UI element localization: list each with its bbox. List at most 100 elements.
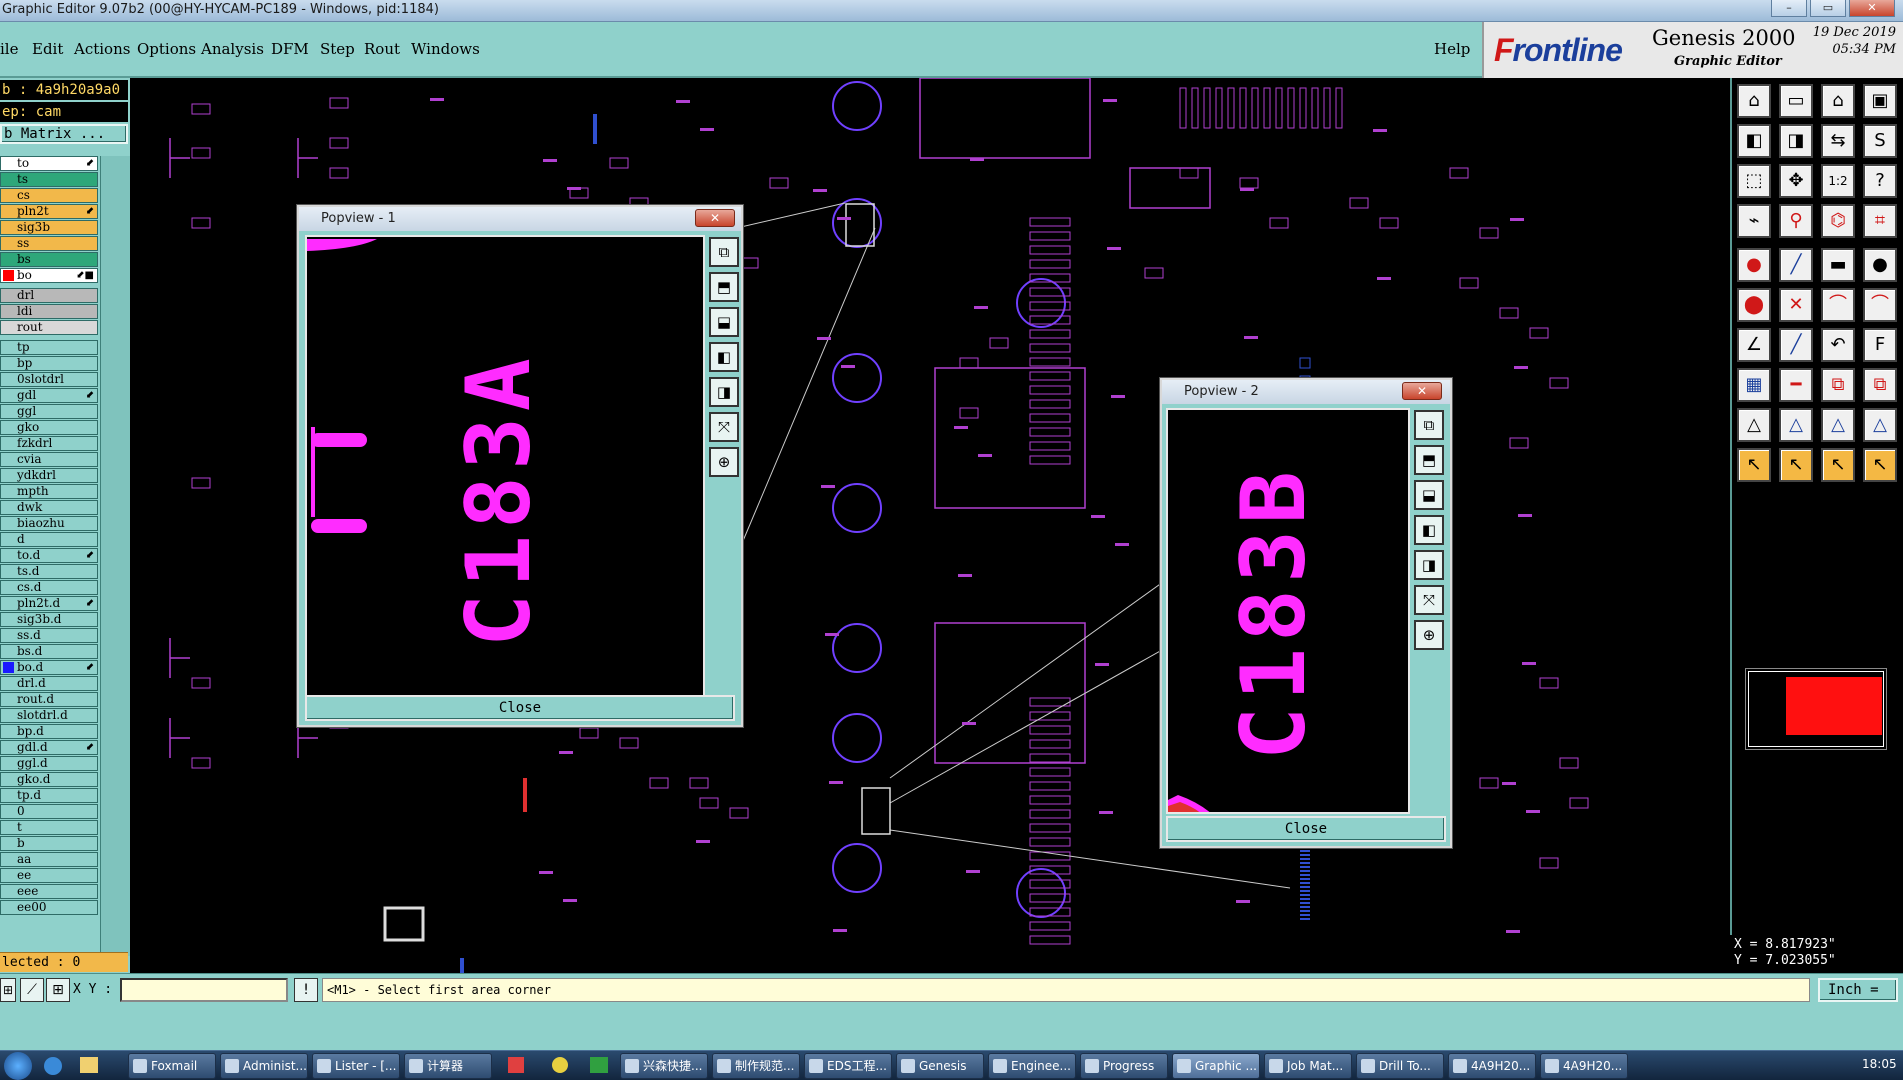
layer-row-drl[interactable]: drl bbox=[0, 288, 98, 303]
pad-icon[interactable]: ● bbox=[1737, 248, 1771, 282]
one-to-one-icon[interactable]: 1:2 bbox=[1821, 164, 1855, 198]
taskbar-item[interactable]: 制作规范... bbox=[712, 1053, 800, 1079]
layer-row-ss[interactable]: ss bbox=[0, 236, 98, 251]
popview-fit-icon[interactable]: ⤧ bbox=[1414, 585, 1444, 615]
layer-row-gko[interactable]: gko bbox=[0, 420, 98, 435]
s-icon[interactable]: S bbox=[1863, 124, 1897, 158]
arc2-icon[interactable]: ⌒ bbox=[1863, 288, 1897, 322]
measure-tool-icon[interactable]: ⟋ bbox=[20, 978, 44, 1002]
menu-file[interactable]: ile bbox=[0, 40, 18, 58]
layer-row-ydkdrl[interactable]: ydkdrl bbox=[0, 468, 98, 483]
popview-1-close-button[interactable]: Close bbox=[305, 695, 735, 721]
popview-center-icon[interactable]: ⊕ bbox=[1414, 620, 1444, 650]
popview-center-icon[interactable]: ⊕ bbox=[709, 447, 739, 477]
layer-row-ts-d[interactable]: ts.d bbox=[0, 564, 98, 579]
taskbar-item[interactable]: Administ... bbox=[220, 1053, 308, 1079]
layer-row-bp[interactable]: bp bbox=[0, 356, 98, 371]
layer-row-cs-d[interactable]: cs.d bbox=[0, 580, 98, 595]
layer-row-bo-d[interactable]: bo.d ⬋ bbox=[0, 660, 98, 675]
tri2-icon[interactable]: △ bbox=[1779, 408, 1813, 442]
node-icon[interactable]: ⬤ bbox=[1737, 288, 1771, 322]
layer-row-sig3b-d[interactable]: sig3b.d bbox=[0, 612, 98, 627]
layer-row-pln2t[interactable]: pln2t ⬋ bbox=[0, 204, 98, 219]
xy-input[interactable] bbox=[120, 978, 288, 1002]
taskbar-item[interactable]: Progress bbox=[1080, 1053, 1168, 1079]
popview-2-view[interactable]: C183B bbox=[1166, 408, 1410, 814]
popview-zoom-icon[interactable]: ⧉ bbox=[709, 237, 739, 267]
minimize-button[interactable]: – bbox=[1771, 0, 1807, 17]
popview-1-window[interactable]: Popview - 1 ✕ C183A ⧉ ⬒ ⬓ ◧ ◨ ⤧ ⊕ Close bbox=[297, 205, 743, 727]
menu-windows[interactable]: Windows bbox=[411, 40, 480, 58]
tri4-icon[interactable]: △ bbox=[1863, 408, 1897, 442]
dot-icon[interactable]: ● bbox=[1863, 248, 1897, 282]
close-button[interactable]: ✕ bbox=[1849, 0, 1895, 17]
pin-icon[interactable]: ⚲ bbox=[1779, 204, 1813, 238]
popview-fit-icon[interactable]: ⤧ bbox=[709, 412, 739, 442]
popview-1-view[interactable]: C183A bbox=[305, 235, 705, 697]
frame-icon[interactable]: ▣ bbox=[1863, 84, 1897, 118]
copy-icon[interactable]: ⧉ bbox=[1863, 368, 1897, 402]
layer-row-rout[interactable]: rout bbox=[0, 320, 98, 335]
layer-row-aa[interactable]: aa bbox=[0, 852, 98, 867]
route-icon[interactable]: ⌬ bbox=[1821, 204, 1855, 238]
layer-row-bp-d[interactable]: bp.d bbox=[0, 724, 98, 739]
popview-left-icon[interactable]: ◧ bbox=[1414, 515, 1444, 545]
pointer4-icon[interactable]: ↖ bbox=[1863, 448, 1897, 482]
taskbar-item[interactable]: 计算器 bbox=[404, 1053, 492, 1079]
layer-row-gdl-d[interactable]: gdl.d ⬋ bbox=[0, 740, 98, 755]
slash-icon[interactable]: ╱ bbox=[1779, 328, 1813, 362]
help-icon[interactable]: ? bbox=[1863, 164, 1897, 198]
layer-row-to[interactable]: to ⬋ bbox=[0, 156, 98, 171]
cross-icon[interactable]: ✕ bbox=[1779, 288, 1813, 322]
f-icon[interactable]: F bbox=[1863, 328, 1897, 362]
line-icon[interactable]: ╱ bbox=[1779, 248, 1813, 282]
taskbar-item[interactable]: Enginee... bbox=[988, 1053, 1076, 1079]
layer-row-ss-d[interactable]: ss.d bbox=[0, 628, 98, 643]
layer-row-d[interactable]: d bbox=[0, 532, 98, 547]
window-title-bar[interactable]: Graphic Editor 9.07b2 (00@HY-HYCAM-PC189… bbox=[0, 0, 1903, 22]
layer-row-gdl[interactable]: gdl ⬋ bbox=[0, 388, 98, 403]
minus-icon[interactable]: ━ bbox=[1779, 368, 1813, 402]
menu-help[interactable]: Help bbox=[1434, 40, 1470, 58]
layer-row-eee[interactable]: eee bbox=[0, 884, 98, 899]
taskbar-item[interactable]: Genesis bbox=[896, 1053, 984, 1079]
layer-row-bs[interactable]: bs bbox=[0, 252, 98, 267]
layer-row-tp[interactable]: tp bbox=[0, 340, 98, 355]
taskbar-item[interactable]: Drill To... bbox=[1356, 1053, 1444, 1079]
layer-row-cvia[interactable]: cvia bbox=[0, 452, 98, 467]
popview-down-icon[interactable]: ⬓ bbox=[709, 307, 739, 337]
left-icon[interactable]: ◧ bbox=[1737, 124, 1771, 158]
layer-row-ts[interactable]: ts bbox=[0, 172, 98, 187]
taskbar-item[interactable]: EDS工程... bbox=[804, 1053, 892, 1079]
layer-row-biaozhu[interactable]: biaozhu bbox=[0, 516, 98, 531]
taskbar-item[interactable]: Foxmail bbox=[128, 1053, 216, 1079]
window-icon[interactable]: ▭ bbox=[1779, 84, 1813, 118]
pointer-icon[interactable]: ↖ bbox=[1737, 448, 1771, 482]
popview-2-close-button[interactable]: Close bbox=[1166, 816, 1446, 842]
home-icon[interactable]: ⌂ bbox=[1737, 84, 1771, 118]
popview-right-icon[interactable]: ◨ bbox=[1414, 550, 1444, 580]
overview-map[interactable] bbox=[1745, 668, 1887, 750]
info-icon[interactable]: ! bbox=[294, 978, 318, 1002]
layer-row-sig3b[interactable]: sig3b bbox=[0, 220, 98, 235]
popview-1-close-x[interactable]: ✕ bbox=[695, 209, 735, 227]
popview-down-icon[interactable]: ⬓ bbox=[1414, 480, 1444, 510]
layer-row-bo[interactable]: bo ⬋■ bbox=[0, 268, 98, 283]
popview-2-close-x[interactable]: ✕ bbox=[1402, 382, 1442, 400]
zoom-icon[interactable]: ✥ bbox=[1779, 164, 1813, 198]
fit-icon[interactable]: ⬚ bbox=[1737, 164, 1771, 198]
taskbar-item[interactable]: 4A9H20... bbox=[1540, 1053, 1628, 1079]
job-matrix-button[interactable]: b Matrix ... bbox=[0, 124, 128, 144]
overview-viewport[interactable] bbox=[1786, 677, 1882, 735]
grid-tool-icon[interactable]: ⊞ bbox=[46, 978, 70, 1002]
layer-row-cs[interactable]: cs bbox=[0, 188, 98, 203]
layer-row-mpth[interactable]: mpth bbox=[0, 484, 98, 499]
angle-icon[interactable]: ∠ bbox=[1737, 328, 1771, 362]
layer-row-b[interactable]: b bbox=[0, 836, 98, 851]
snap-icon[interactable]: ⌁ bbox=[1737, 204, 1771, 238]
menu-actions[interactable]: Actions bbox=[74, 40, 130, 58]
tri3-icon[interactable]: △ bbox=[1821, 408, 1855, 442]
layer-row-bs-d[interactable]: bs.d bbox=[0, 644, 98, 659]
taskbar-item[interactable]: 4A9H20... bbox=[1448, 1053, 1536, 1079]
menu-edit[interactable]: Edit bbox=[32, 40, 63, 58]
